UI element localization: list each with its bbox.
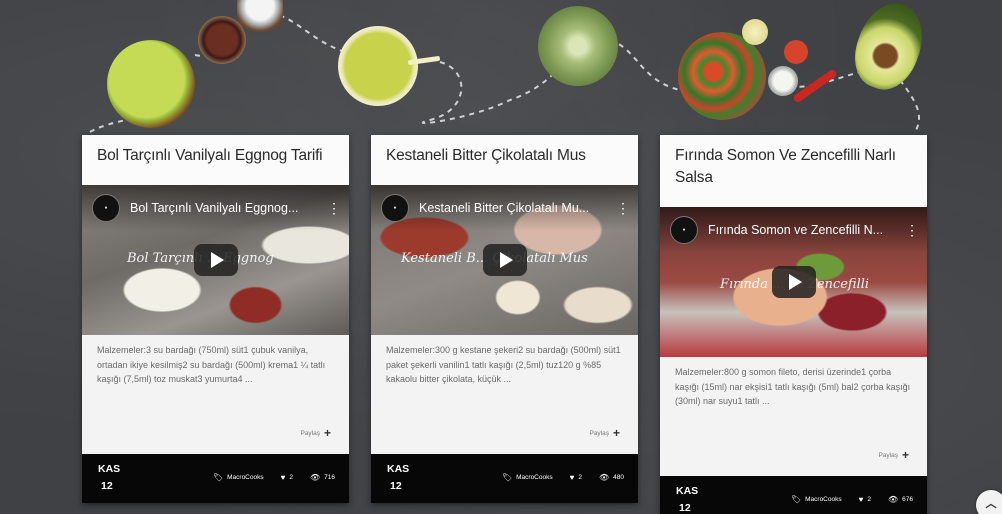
recipe-title[interactable]: Bol Tarçınlı Vanilyalı Eggnog Tarifi [82, 135, 349, 185]
video-title[interactable]: Fırında Somon ve Zencefilli N... [708, 223, 905, 237]
card-footer: KAS 12 🏷 MacroCooks ♥ 2 👁 676 [660, 476, 927, 514]
play-icon [788, 274, 802, 290]
date-month: KAS [387, 463, 410, 475]
chili-pepper-image [792, 68, 838, 104]
play-button[interactable] [771, 266, 816, 298]
share-label: Paylaş [878, 451, 898, 459]
video-title[interactable]: Kestaneli Bitter Çikolatalı Mu... [419, 201, 616, 215]
like-count: 2 [867, 496, 871, 503]
garlic-bowl-image [768, 66, 798, 96]
recipe-title[interactable]: Kestaneli Bitter Çikolatalı Mus [371, 135, 638, 185]
avocado-image [844, 0, 934, 98]
play-button[interactable] [482, 244, 527, 276]
eye-icon: 👁 [309, 473, 321, 482]
more-vertical-icon[interactable]: ⋮ [327, 200, 341, 217]
tag-icon: 🏷 [790, 495, 802, 504]
tag-link[interactable]: MacroCooks [805, 496, 841, 503]
scroll-to-top-button[interactable]: ︿ [976, 490, 1002, 514]
tag-icon: 🏷 [501, 473, 513, 482]
card-meta: 🏷 MacroCooks ♥ 2 👁 716 [213, 473, 335, 482]
post-date: KAS 12 [387, 461, 409, 495]
card-footer: KAS 12 🏷 MacroCooks ♥ 2 👁 480 [371, 454, 638, 503]
share-button[interactable]: Paylaş + [300, 426, 331, 440]
share-button[interactable]: Paylaş + [589, 426, 620, 440]
share-label: Paylaş [300, 429, 320, 437]
video-embed[interactable]: Fırında ... ve Zencefilli ● Fırında Somo… [660, 207, 927, 357]
card-meta: 🏷 MacroCooks ♥ 2 👁 480 [502, 473, 624, 482]
heart-icon[interactable]: ♥ [570, 473, 575, 482]
eye-icon: 👁 [598, 473, 610, 482]
video-embed[interactable]: Kestaneli B... Çikolatalı Mus ● Kestanel… [371, 185, 638, 335]
channel-avatar[interactable]: ● [381, 194, 409, 222]
card-footer: KAS 12 🏷 MacroCooks ♥ 2 👁 716 [82, 454, 349, 503]
more-vertical-icon[interactable]: ⋮ [616, 200, 630, 217]
tag-link[interactable]: MacroCooks [516, 474, 552, 481]
more-vertical-icon[interactable]: ⋮ [905, 222, 919, 239]
date-day: 12 [101, 480, 113, 492]
plus-icon: + [323, 426, 331, 440]
tomato-image [784, 40, 808, 64]
like-count: 2 [289, 474, 293, 481]
card-meta: 🏷 MacroCooks ♥ 2 👁 676 [791, 495, 913, 504]
date-day: 12 [390, 480, 402, 492]
green-smoothie-image [338, 26, 418, 106]
salad-bowl-image [678, 32, 766, 120]
artichoke-image [538, 6, 618, 86]
post-date: KAS 12 [98, 461, 120, 495]
channel-avatar[interactable]: ● [670, 216, 698, 244]
tag-link[interactable]: MacroCooks [227, 474, 263, 481]
view-count: 676 [902, 496, 913, 503]
recipe-card: Kestaneli Bitter Çikolatalı Mus Kestanel… [371, 135, 638, 503]
like-count: 2 [578, 474, 582, 481]
recipe-description: Malzemeler:800 g somon fileto, derisi üz… [675, 367, 911, 406]
eye-icon: 👁 [887, 495, 899, 504]
recipe-description: Malzemeler:300 g kestane şekeri2 su bard… [386, 345, 621, 384]
plus-icon: + [612, 426, 620, 440]
salt-bowl-image [237, 0, 283, 32]
recipe-card: Fırında Somon Ve Zencefilli Narlı Salsa … [660, 135, 927, 514]
video-header: ● Bol Tarçınlı Vanilyalı Eggnog... ⋮ [82, 185, 349, 231]
guacamole-bowl-image [107, 40, 195, 128]
heart-icon[interactable]: ♥ [859, 495, 864, 504]
view-count: 480 [613, 474, 624, 481]
post-date: KAS 12 [676, 483, 698, 514]
video-header: ● Kestaneli Bitter Çikolatalı Mu... ⋮ [371, 185, 638, 231]
chevron-up-icon: ︿ [985, 498, 997, 510]
play-icon [499, 252, 513, 268]
video-title[interactable]: Bol Tarçınlı Vanilyalı Eggnog... [130, 201, 327, 215]
play-icon [210, 252, 224, 268]
date-month: KAS [98, 463, 121, 475]
date-day: 12 [679, 502, 691, 514]
share-button[interactable]: Paylaş + [878, 448, 909, 462]
channel-avatar[interactable]: ● [92, 194, 120, 222]
onion-image [742, 19, 768, 45]
share-label: Paylaş [589, 429, 609, 437]
heart-icon[interactable]: ♥ [281, 473, 286, 482]
video-embed[interactable]: Bol Tarçınlı ... Eggnog ● Bol Tarçınlı V… [82, 185, 349, 335]
plus-icon: + [901, 448, 909, 462]
view-count: 716 [324, 474, 335, 481]
recipe-card: Bol Tarçınlı Vanilyalı Eggnog Tarifi Bol… [82, 135, 349, 503]
date-month: KAS [676, 485, 699, 497]
video-header: ● Fırında Somon ve Zencefilli N... ⋮ [660, 207, 927, 253]
recipe-description: Malzemeler:3 su bardağı (750ml) süt1 çub… [97, 345, 326, 384]
play-button[interactable] [193, 244, 238, 276]
recipe-title[interactable]: Fırında Somon Ve Zencefilli Narlı Salsa [660, 135, 927, 207]
tag-icon: 🏷 [212, 473, 224, 482]
